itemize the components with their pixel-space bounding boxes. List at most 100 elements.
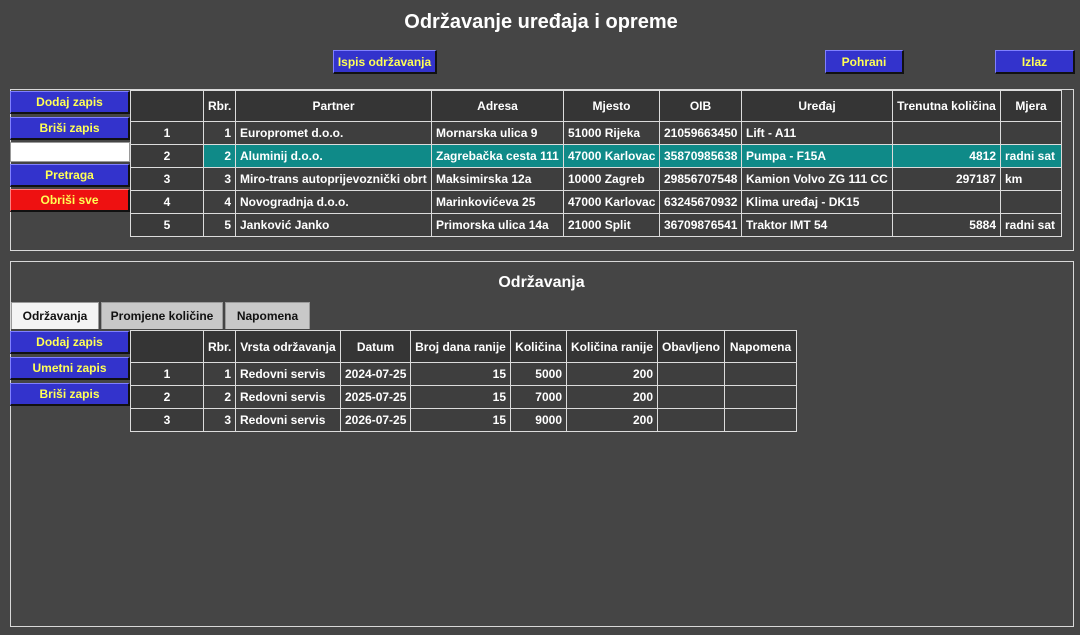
cell-napomena[interactable] <box>724 385 797 409</box>
row-index[interactable]: 4 <box>130 190 204 214</box>
row-index[interactable]: 1 <box>130 121 204 145</box>
print-maintenance-button[interactable]: Ispis održavanja <box>333 50 437 74</box>
column-header[interactable]: Rbr. <box>203 330 236 363</box>
column-header[interactable]: Količina <box>510 330 567 363</box>
tab-odrzavanja[interactable]: Održavanja <box>11 302 99 329</box>
table-row[interactable]: 1 1 Redovni servis 2024-07-25 15 5000 20… <box>130 362 797 386</box>
cell-rbr[interactable]: 1 <box>203 362 236 386</box>
cell-uredaj[interactable]: Pumpa - F15A <box>741 144 893 168</box>
column-header[interactable]: Količina ranije <box>566 330 658 363</box>
table-row[interactable]: 2 2 Aluminij d.o.o. Zagrebačka cesta 111… <box>130 144 1062 168</box>
cell-uredaj[interactable]: Lift - A11 <box>741 121 893 145</box>
cell-vrsta[interactable]: Redovni servis <box>235 408 341 432</box>
cell-oib[interactable]: 21059663450 <box>659 121 742 145</box>
cell-datum[interactable]: 2024-07-25 <box>340 362 411 386</box>
cell-partner[interactable]: Miro-trans autoprijevoznički obrt <box>235 167 432 191</box>
tab-promjene-kolicine[interactable]: Promjene količine <box>101 302 223 329</box>
cell-uredaj[interactable]: Klima uređaj - DK15 <box>741 190 893 214</box>
devices-add-button[interactable]: Dodaj zapis <box>10 91 130 114</box>
table-row[interactable]: 2 2 Redovni servis 2025-07-25 15 7000 20… <box>130 385 797 409</box>
column-header[interactable]: OIB <box>659 90 742 122</box>
cell-kolicina-ranije[interactable]: 200 <box>566 408 658 432</box>
cell-broj-dana[interactable]: 15 <box>410 385 511 409</box>
cell-kolicina[interactable]: 5884 <box>892 213 1001 237</box>
save-button[interactable]: Pohrani <box>825 50 904 74</box>
cell-napomena[interactable] <box>724 362 797 386</box>
maintenance-add-button[interactable]: Dodaj zapis <box>10 331 130 354</box>
cell-vrsta[interactable]: Redovni servis <box>235 385 341 409</box>
cell-broj-dana[interactable]: 15 <box>410 408 511 432</box>
column-header[interactable]: Obavljeno <box>657 330 725 363</box>
tab-napomena[interactable]: Napomena <box>225 302 310 329</box>
cell-kolicina[interactable] <box>892 190 1001 214</box>
row-index[interactable]: 1 <box>130 362 204 386</box>
cell-kolicina[interactable]: 297187 <box>892 167 1001 191</box>
column-header[interactable]: Datum <box>340 330 411 363</box>
cell-kolicina[interactable]: 7000 <box>510 385 567 409</box>
cell-partner[interactable]: Novogradnja d.o.o. <box>235 190 432 214</box>
search-button[interactable]: Pretraga <box>10 164 130 187</box>
cell-rbr[interactable]: 2 <box>203 144 236 168</box>
cell-napomena[interactable] <box>724 408 797 432</box>
table-row[interactable]: 3 3 Redovni servis 2026-07-25 15 9000 20… <box>130 408 797 432</box>
column-header[interactable]: Rbr. <box>203 90 236 122</box>
clear-all-button[interactable]: Obriši sve <box>10 189 130 212</box>
cell-mjera[interactable]: radni sat <box>1000 213 1062 237</box>
cell-rbr[interactable]: 5 <box>203 213 236 237</box>
cell-kolicina[interactable]: 9000 <box>510 408 567 432</box>
cell-rbr[interactable]: 3 <box>203 167 236 191</box>
cell-oib[interactable]: 29856707548 <box>659 167 742 191</box>
cell-kolicina-ranije[interactable]: 200 <box>566 362 658 386</box>
cell-adresa[interactable]: Marinkovićeva 25 <box>431 190 564 214</box>
cell-adresa[interactable]: Primorska ulica 14a <box>431 213 564 237</box>
row-index[interactable]: 5 <box>130 213 204 237</box>
search-input[interactable] <box>10 142 130 162</box>
row-index[interactable]: 2 <box>130 385 204 409</box>
cell-adresa[interactable]: Mornarska ulica 9 <box>431 121 564 145</box>
table-row[interactable]: 5 5 Janković Janko Primorska ulica 14a 2… <box>130 213 1062 237</box>
cell-uredaj[interactable]: Traktor IMT 54 <box>741 213 893 237</box>
row-index[interactable]: 2 <box>130 144 204 168</box>
cell-mjesto[interactable]: 21000 Split <box>563 213 660 237</box>
cell-rbr[interactable]: 2 <box>203 385 236 409</box>
devices-delete-button[interactable]: Briši zapis <box>10 117 130 140</box>
column-header[interactable]: Broj dana ranije <box>410 330 511 363</box>
cell-partner[interactable]: Janković Janko <box>235 213 432 237</box>
cell-adresa[interactable]: Zagrebačka cesta 111 <box>431 144 564 168</box>
cell-datum[interactable]: 2025-07-25 <box>340 385 411 409</box>
column-header[interactable]: Mjera <box>1000 90 1062 122</box>
cell-partner[interactable]: Aluminij d.o.o. <box>235 144 432 168</box>
cell-kolicina-ranije[interactable]: 200 <box>566 385 658 409</box>
column-header[interactable]: Napomena <box>724 330 797 363</box>
exit-button[interactable]: Izlaz <box>995 50 1075 74</box>
cell-broj-dana[interactable]: 15 <box>410 362 511 386</box>
row-index[interactable]: 3 <box>130 408 204 432</box>
cell-kolicina[interactable]: 5000 <box>510 362 567 386</box>
cell-rbr[interactable]: 3 <box>203 408 236 432</box>
cell-mjera[interactable] <box>1000 190 1062 214</box>
cell-oib[interactable]: 63245670932 <box>659 190 742 214</box>
column-header[interactable]: Mjesto <box>563 90 660 122</box>
column-header[interactable]: Adresa <box>431 90 564 122</box>
cell-mjesto[interactable]: 47000 Karlovac <box>563 144 660 168</box>
cell-oib[interactable]: 35870985638 <box>659 144 742 168</box>
cell-mjesto[interactable]: 51000 Rijeka <box>563 121 660 145</box>
cell-uredaj[interactable]: Kamion Volvo ZG 111 CC <box>741 167 893 191</box>
cell-vrsta[interactable]: Redovni servis <box>235 362 341 386</box>
column-header[interactable]: Uređaj <box>741 90 893 122</box>
cell-kolicina[interactable]: 4812 <box>892 144 1001 168</box>
maintenance-insert-button[interactable]: Umetni zapis <box>10 357 130 380</box>
cell-rbr[interactable]: 1 <box>203 121 236 145</box>
cell-oib[interactable]: 36709876541 <box>659 213 742 237</box>
table-row[interactable]: 4 4 Novogradnja d.o.o. Marinkovićeva 25 … <box>130 190 1062 214</box>
cell-mjesto[interactable]: 47000 Karlovac <box>563 190 660 214</box>
cell-mjera[interactable] <box>1000 121 1062 145</box>
cell-obavljeno[interactable] <box>657 385 725 409</box>
row-index[interactable]: 3 <box>130 167 204 191</box>
cell-obavljeno[interactable] <box>657 408 725 432</box>
cell-mjesto[interactable]: 10000 Zagreb <box>563 167 660 191</box>
cell-obavljeno[interactable] <box>657 362 725 386</box>
column-header[interactable]: Partner <box>235 90 432 122</box>
column-header[interactable]: Trenutna količina <box>892 90 1001 122</box>
cell-datum[interactable]: 2026-07-25 <box>340 408 411 432</box>
